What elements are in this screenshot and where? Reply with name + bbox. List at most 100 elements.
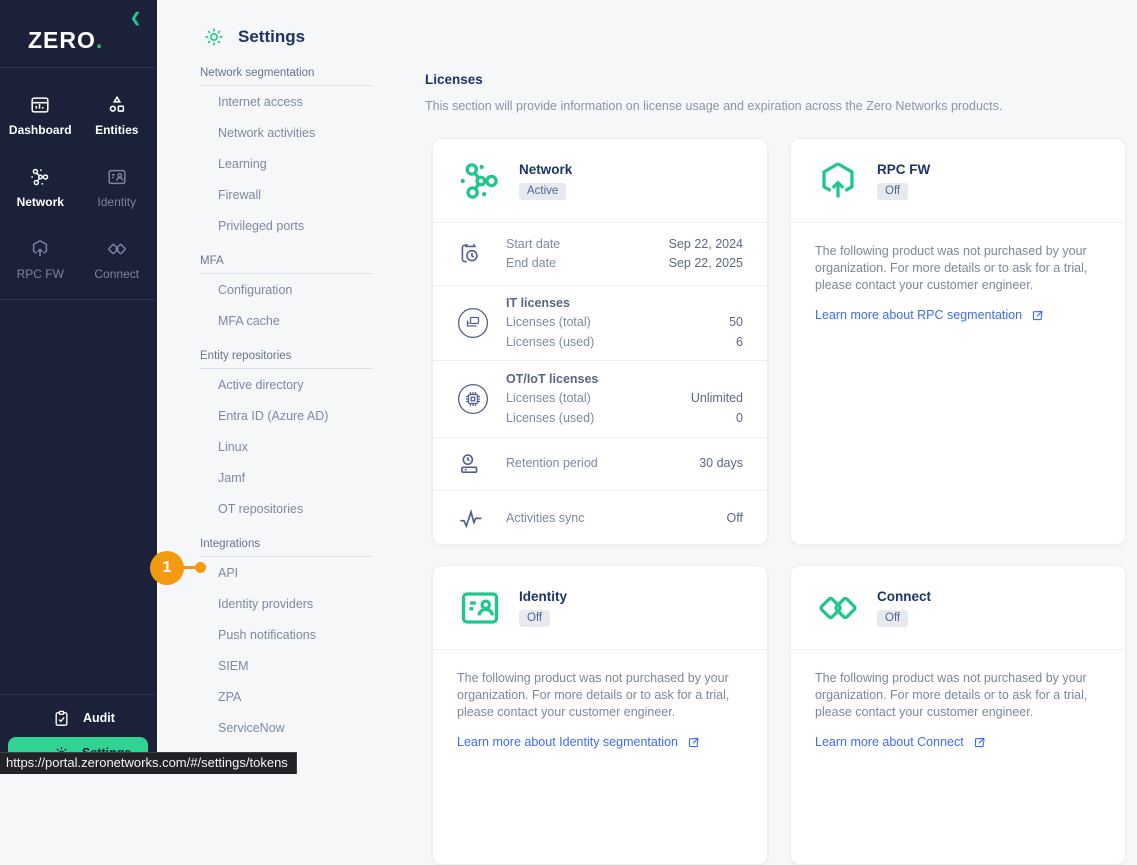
external-link-icon	[1031, 309, 1044, 322]
nav-item-rpc-fw[interactable]: RPC FW	[2, 230, 79, 288]
nav-item-network[interactable]: Network	[2, 158, 79, 216]
learn-more-identity-link[interactable]: Learn more about Identity segmentation	[457, 735, 743, 749]
identity-license-card: Identity Off The following product was n…	[432, 565, 768, 865]
ot-used-label: Licenses (used)	[506, 409, 594, 429]
collapse-sidebar-chevron-icon[interactable]: ❮	[130, 10, 141, 26]
menu-item-configuration[interactable]: Configuration	[200, 274, 373, 305]
menu-section-entity-repositories: Entity repositories Active directory Ent…	[200, 346, 373, 524]
external-link-icon	[687, 736, 700, 749]
menu-section-mfa: MFA Configuration MFA cache	[200, 251, 373, 336]
ot-chip-icon	[457, 383, 506, 415]
settings-gear-icon	[203, 26, 225, 48]
not-purchased-text: The following product was not purchased …	[815, 670, 1101, 721]
card-title: Identity	[519, 589, 567, 604]
menu-item-api[interactable]: API	[200, 557, 373, 588]
menu-item-siem[interactable]: SIEM	[200, 650, 373, 681]
nav-item-label: Connect	[94, 267, 139, 281]
connect-links-icon	[106, 238, 128, 260]
ot-used-value: 0	[736, 409, 743, 429]
menu-section-label: Network segmentation	[200, 63, 373, 86]
it-licenses-title: IT licenses	[506, 294, 570, 314]
menu-item-active-directory[interactable]: Active directory	[200, 369, 373, 400]
logo-green-dot: .	[96, 27, 103, 53]
settings-menu: Network segmentation Internet access Net…	[200, 63, 373, 774]
learn-more-link-label: Learn more about RPC segmentation	[815, 308, 1022, 322]
zero-networks-logo: ZERO.	[28, 27, 103, 54]
nav-item-label: Network	[17, 195, 64, 209]
activity-waveform-icon	[457, 505, 506, 533]
ot-total-label: Licenses (total)	[506, 389, 591, 409]
rpc-card-header: RPC FW Off	[791, 139, 1125, 223]
activities-sync-row: Activities syncOff	[433, 491, 767, 545]
sidebar-divider	[0, 694, 157, 695]
nav-item-label: Entities	[95, 123, 138, 137]
settings-page-header: Settings	[203, 26, 305, 48]
menu-item-identity-providers[interactable]: Identity providers	[200, 588, 373, 619]
learn-more-link-label: Learn more about Identity segmentation	[457, 735, 678, 749]
nav-item-dashboard[interactable]: Dashboard	[2, 86, 79, 144]
nav-item-connect[interactable]: Connect	[79, 230, 156, 288]
status-badge: Off	[877, 183, 908, 200]
menu-item-entra-id[interactable]: Entra ID (Azure AD)	[200, 400, 373, 431]
primary-sidebar: ❮ ZERO. Dashboard Entities Network Ident	[0, 0, 157, 774]
menu-item-jamf[interactable]: Jamf	[200, 462, 373, 493]
end-date-label: End date	[506, 254, 556, 274]
activities-sync-label: Activities sync	[506, 509, 585, 529]
nav-item-label: Dashboard	[9, 123, 72, 137]
learn-more-rpc-link[interactable]: Learn more about RPC segmentation	[815, 308, 1101, 322]
it-total-label: Licenses (total)	[506, 313, 591, 333]
menu-item-privileged-ports[interactable]: Privileged ports	[200, 210, 373, 241]
menu-item-internet-access[interactable]: Internet access	[200, 86, 373, 117]
start-date-label: Start date	[506, 235, 560, 255]
browser-status-url: https://portal.zeronetworks.com/#/settin…	[0, 752, 297, 774]
card-title: Network	[519, 162, 572, 177]
card-title: RPC FW	[877, 162, 930, 177]
menu-item-firewall[interactable]: Firewall	[200, 179, 373, 210]
nav-item-identity[interactable]: Identity	[79, 158, 156, 216]
it-total-value: 50	[729, 313, 743, 333]
menu-section-label: Integrations	[200, 534, 373, 557]
it-devices-icon	[457, 307, 506, 339]
end-date-value: Sep 22, 2025	[669, 254, 743, 274]
menu-item-push-notifications[interactable]: Push notifications	[200, 619, 373, 650]
menu-item-mfa-cache[interactable]: MFA cache	[200, 305, 373, 336]
retention-clock-icon	[457, 451, 506, 477]
sidebar-divider	[0, 299, 157, 300]
retention-period-row: Retention period30 days	[433, 438, 767, 491]
menu-item-ot-repositories[interactable]: OT repositories	[200, 493, 373, 524]
connect-card-header: Connect Off	[791, 566, 1125, 650]
entities-icon	[106, 94, 128, 116]
menu-item-servicenow[interactable]: ServiceNow	[200, 712, 373, 743]
menu-item-linux[interactable]: Linux	[200, 431, 373, 462]
learn-more-connect-link[interactable]: Learn more about Connect	[815, 735, 1101, 749]
status-badge: Off	[519, 610, 550, 627]
menu-item-zpa[interactable]: ZPA	[200, 681, 373, 712]
status-badge: Off	[877, 610, 908, 627]
primary-nav: Dashboard Entities Network Identity RPC …	[2, 86, 155, 288]
rpc-fw-hexagon-icon	[29, 238, 51, 260]
it-licenses-row: IT licenses Licenses (total)50 Licenses …	[433, 286, 767, 361]
menu-section-integrations: Integrations API Identity providers Push…	[200, 534, 373, 774]
not-purchased-text: The following product was not purchased …	[457, 670, 743, 721]
retention-value: 30 days	[699, 454, 743, 474]
audit-clipboard-icon	[53, 710, 70, 727]
menu-item-learning[interactable]: Learning	[200, 148, 373, 179]
license-dates-row: Start date Sep 22, 2024 End date Sep 22, 2…	[433, 223, 767, 286]
network-license-card: Network Active Start date Sep 22, 2024 En…	[432, 138, 768, 545]
connect-product-icon	[815, 585, 861, 631]
status-badge: Active	[519, 183, 566, 200]
nav-item-label: RPC FW	[17, 267, 64, 281]
nav-item-entities[interactable]: Entities	[79, 86, 156, 144]
menu-section-label: Entity repositories	[200, 346, 373, 369]
licenses-section-title: Licenses	[425, 72, 483, 87]
licenses-section-description: This section will provide information on…	[425, 99, 1002, 113]
menu-item-network-activities[interactable]: Network activities	[200, 117, 373, 148]
annotation-target-dot	[195, 562, 206, 573]
rpc-fw-product-icon	[815, 158, 861, 204]
audit-label: Audit	[83, 711, 115, 725]
learn-more-link-label: Learn more about Connect	[815, 735, 964, 749]
menu-section-network-segmentation: Network segmentation Internet access Net…	[200, 63, 373, 241]
sidebar-item-audit[interactable]: Audit	[0, 703, 157, 733]
calendar-clock-icon	[457, 241, 506, 267]
start-date-value: Sep 22, 2024	[669, 235, 743, 255]
